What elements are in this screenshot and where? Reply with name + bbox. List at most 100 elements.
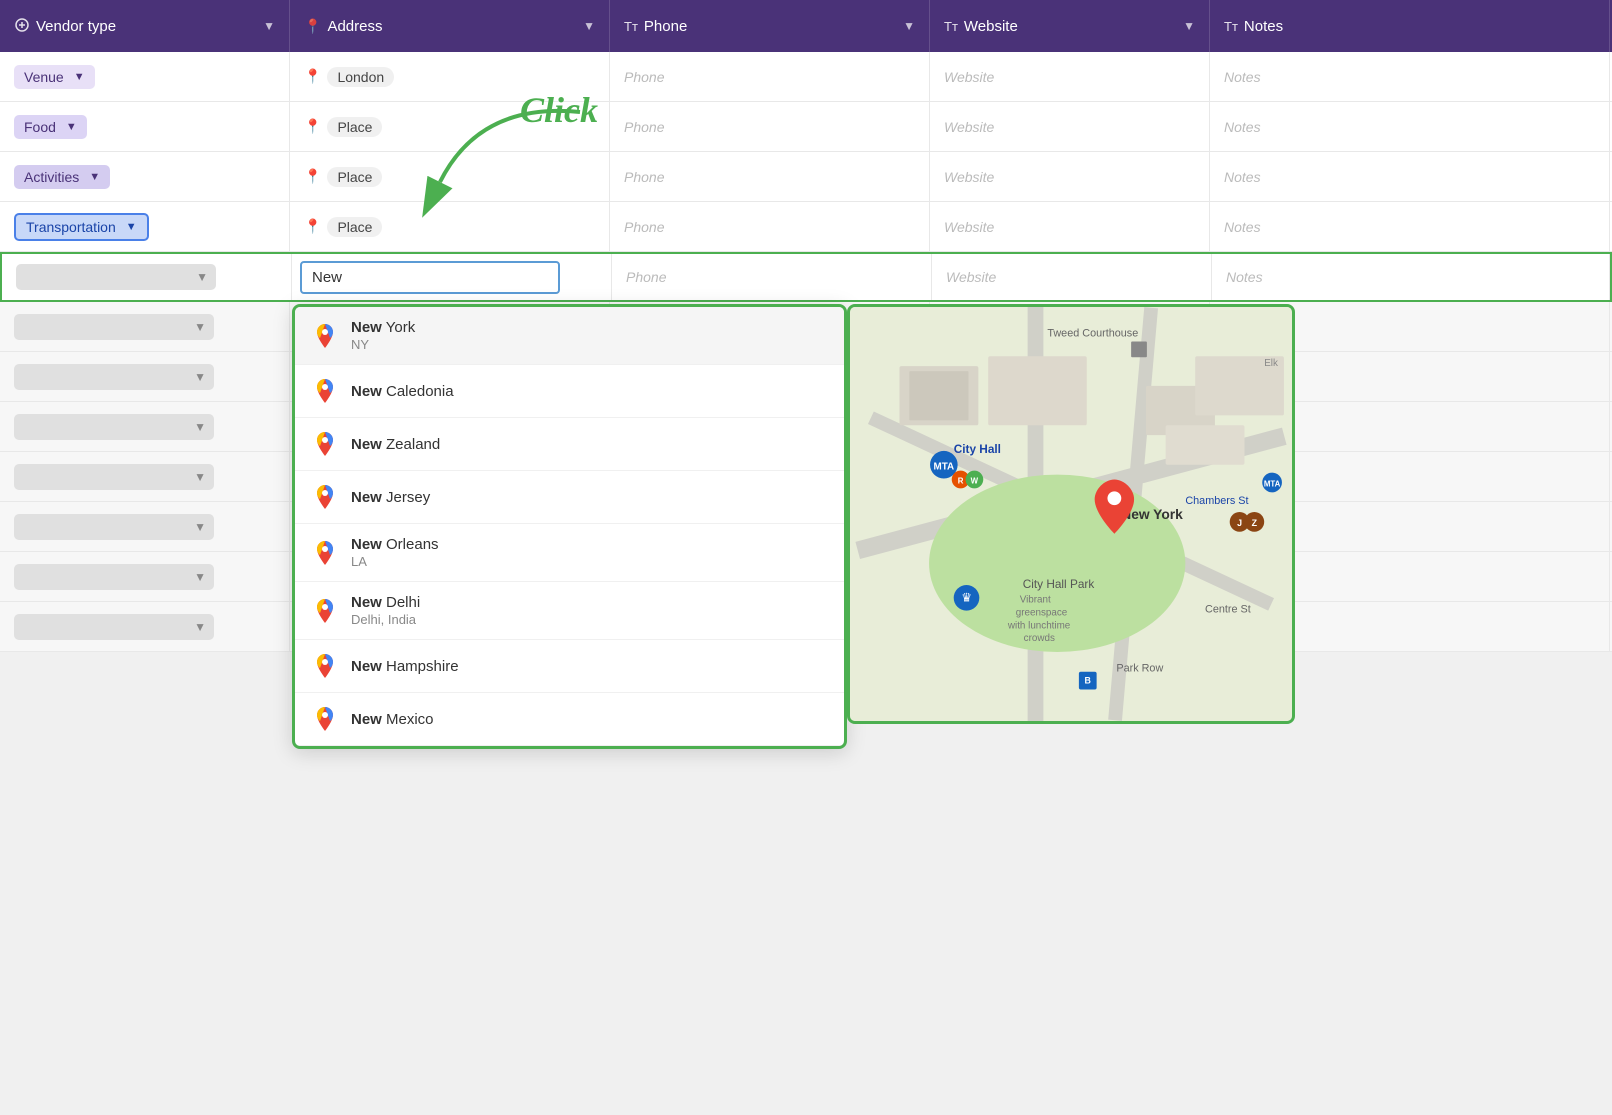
website-cell-row1[interactable]: Website — [930, 52, 1210, 101]
website-cell-row3[interactable]: Website — [930, 152, 1210, 201]
phone-cell-row3[interactable]: Phone — [610, 152, 930, 201]
address-pin-icon: 📍 — [304, 168, 321, 185]
dropdown-chevron-icon: ▼ — [194, 420, 206, 434]
svg-text:♛: ♛ — [961, 591, 972, 605]
notes-cell-row1[interactable]: Notes — [1210, 52, 1610, 101]
vendor-cell-venue[interactable]: Venue ▼ — [0, 52, 290, 101]
vendor-cell-empty[interactable]: ▼ — [0, 402, 290, 451]
notes-cell-row3[interactable]: Notes — [1210, 152, 1610, 201]
vendor-cell-empty[interactable]: ▼ — [0, 452, 290, 501]
svg-text:Park Row: Park Row — [1116, 663, 1163, 675]
suggestion-item[interactable]: New Mexico — [295, 693, 844, 746]
suggestion-item[interactable]: New Delhi Delhi, India — [295, 582, 844, 640]
header-notes-label: Notes — [1244, 18, 1283, 35]
notes-cell-row4[interactable]: Notes — [1210, 202, 1610, 251]
header-phone[interactable]: Tт Phone ▼ — [610, 0, 930, 52]
svg-text:Z: Z — [1252, 518, 1258, 528]
suggestion-item[interactable]: New Orleans LA — [295, 524, 844, 582]
empty-vendor-dropdown[interactable]: ▼ — [14, 314, 214, 340]
suggestion-item[interactable]: New Caledonia — [295, 365, 844, 418]
food-chevron-icon: ▼ — [66, 121, 77, 133]
vendor-cell-empty[interactable]: ▼ — [0, 502, 290, 551]
suggestion-text: New Jersey — [351, 489, 430, 506]
suggestion-item[interactable]: New York NY — [295, 307, 844, 365]
website-placeholder: Website — [944, 219, 994, 235]
website-cell-row2[interactable]: Website — [930, 102, 1210, 151]
address-cell-london[interactable]: 📍 London — [290, 52, 610, 101]
svg-text:Vibrant: Vibrant — [1020, 595, 1051, 606]
vendor-cell-empty[interactable]: ▼ — [0, 302, 290, 351]
dropdown-chevron-icon: ▼ — [194, 370, 206, 384]
phone-cell-row4[interactable]: Phone — [610, 202, 930, 251]
vendor-cell-activities[interactable]: Activities ▼ — [0, 152, 290, 201]
header-vendor-label: Vendor type — [36, 18, 116, 35]
address-cell-row2[interactable]: 📍 Place — [290, 102, 610, 151]
svg-text:W: W — [971, 476, 979, 485]
vendor-cell-empty[interactable]: ▼ — [0, 352, 290, 401]
address-search-input[interactable] — [300, 261, 560, 294]
vendor-tag-activities[interactable]: Activities ▼ — [14, 165, 110, 189]
header-vendor-type[interactable]: Vendor type ▼ — [0, 0, 290, 52]
header-address[interactable]: 📍 Address ▼ — [290, 0, 610, 52]
notes-cell-active[interactable]: Notes — [1212, 254, 1610, 300]
empty-vendor-dropdown[interactable]: ▼ — [14, 464, 214, 490]
svg-text:City Hall Park: City Hall Park — [1023, 577, 1095, 591]
vendor-tag-transportation[interactable]: Transportation ▼ — [14, 213, 149, 241]
svg-text:Centre St: Centre St — [1205, 604, 1251, 616]
vendor-tag-venue[interactable]: Venue ▼ — [14, 65, 95, 89]
svg-text:Chambers St: Chambers St — [1185, 495, 1248, 507]
website-placeholder: Website — [944, 119, 994, 135]
venue-label: Venue — [24, 69, 64, 85]
suggestion-text: New Caledonia — [351, 383, 454, 400]
vendor-cell-active[interactable]: ▼ — [2, 254, 292, 300]
website-cell-active[interactable]: Website — [932, 254, 1212, 300]
table-row: Activities ▼ 📍 Place Phone Website Notes… — [0, 152, 1612, 202]
notes-placeholder: Notes — [1224, 119, 1261, 135]
website-cell-row4[interactable]: Website — [930, 202, 1210, 251]
address-cell-row4[interactable]: 📍 Place — [290, 202, 610, 251]
suggestion-item[interactable]: New Hampshire — [295, 640, 844, 693]
phone-placeholder: Phone — [624, 119, 664, 135]
phone-cell-row1[interactable]: Phone — [610, 52, 930, 101]
header-notes[interactable]: Tт Notes — [1210, 0, 1610, 52]
dropdown-chevron-icon: ▼ — [194, 620, 206, 634]
header-address-label: Address — [327, 18, 382, 35]
dropdown-chevron-icon: ▼ — [194, 520, 206, 534]
vendor-cell-empty[interactable]: ▼ — [0, 602, 290, 651]
vendor-tag-food[interactable]: Food ▼ — [14, 115, 87, 139]
maps-pin-icon — [311, 705, 339, 733]
maps-pin-icon — [311, 539, 339, 567]
empty-vendor-dropdown[interactable]: ▼ — [14, 614, 214, 640]
vendor-cell-empty[interactable]: ▼ — [0, 552, 290, 601]
empty-vendor-dropdown[interactable]: ▼ — [16, 264, 216, 290]
vendor-type-icon — [14, 17, 30, 36]
address-cell-row3[interactable]: 📍 Place — [290, 152, 610, 201]
maps-pin-icon — [311, 483, 339, 511]
suggestion-item[interactable]: New Zealand — [295, 418, 844, 471]
suggestion-item[interactable]: New Jersey — [295, 471, 844, 524]
maps-pin-icon — [311, 597, 339, 625]
table-row: Venue ▼ 📍 London Phone Website Notes — [0, 52, 1612, 102]
empty-vendor-dropdown[interactable]: ▼ — [14, 414, 214, 440]
vendor-cell-food[interactable]: Food ▼ — [0, 102, 290, 151]
notes-text-icon: Tт — [1224, 19, 1238, 34]
empty-vendor-dropdown[interactable]: ▼ — [14, 514, 214, 540]
suggestion-text: New York NY — [351, 319, 415, 352]
table-header: Vendor type ▼ 📍 Address ▼ Tт Phone ▼ Tт … — [0, 0, 1612, 52]
suggestion-text: New Orleans LA — [351, 536, 439, 569]
phone-cell-row2[interactable]: Phone — [610, 102, 930, 151]
header-website[interactable]: Tт Website ▼ — [930, 0, 1210, 52]
empty-vendor-dropdown[interactable]: ▼ — [14, 564, 214, 590]
active-search-row: ▼ Phone Website Notes New York NY — [0, 252, 1612, 302]
svg-text:with lunchtime: with lunchtime — [1007, 620, 1071, 631]
phone-cell-active[interactable]: Phone — [612, 254, 932, 300]
address-cell-active[interactable] — [292, 254, 612, 300]
transportation-label: Transportation — [26, 219, 116, 235]
notes-cell-row2[interactable]: Notes — [1210, 102, 1610, 151]
address-pin-icon: 📍 — [304, 218, 321, 235]
activities-label: Activities — [24, 169, 79, 185]
dropdown-chevron-icon: ▼ — [194, 570, 206, 584]
website-chevron-icon: ▼ — [1183, 19, 1195, 33]
vendor-cell-transportation[interactable]: Transportation ▼ — [0, 202, 290, 251]
empty-vendor-dropdown[interactable]: ▼ — [14, 364, 214, 390]
